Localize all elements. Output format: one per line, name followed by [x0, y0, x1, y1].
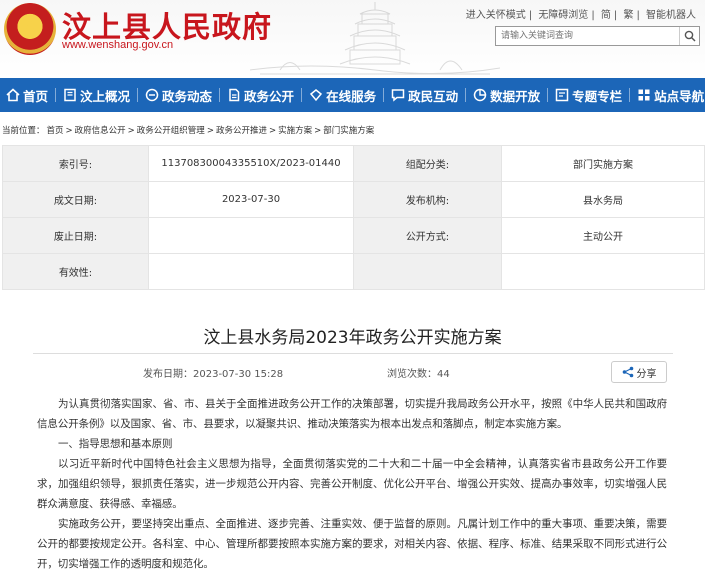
breadcrumb: 当前位置： 首页 > 政府信息公开 > 政务公开组织管理 > 政务公开推进 > 实施方案 > 部门实施…: [2, 126, 375, 136]
valid-label: 有效性:: [2, 253, 149, 290]
smart-robot-link[interactable]: 智能机器人: [643, 10, 699, 21]
breadcrumb-prefix: 当前位置：: [2, 126, 45, 136]
article-paragraph: 以习近平新时代中国特色社会主义思想为指导，全面贯彻落实党的二十大和二十届一中全会…: [37, 458, 667, 510]
date-label: 成文日期:: [2, 181, 149, 218]
national-emblem-logo[interactable]: ★: [4, 3, 56, 55]
table-row: 有效性:: [2, 253, 705, 290]
site-header: ★ 汶上县人民政府 www.wenshang.gov.cn 进入关怀模式 | 无障…: [0, 0, 705, 78]
share-icon: [622, 366, 633, 378]
publish-date: 发布日期：2023-07-30 15:28: [143, 369, 284, 380]
article-content: 为认真贯彻落实国家、省、市、县关于全面推进政务公开工作的决策部署，切实提升我局政…: [37, 394, 667, 574]
nav-item-open-data[interactable]: 数据开放: [473, 78, 540, 112]
method-value: 主动公开: [501, 217, 705, 254]
top-links: 进入关怀模式 | 无障碍浏览 | 简 | 繁 | 智能机器人: [463, 6, 699, 21]
nav-item-online-service[interactable]: 在线服务: [309, 78, 376, 112]
article-heading: 一、指导思想和基本原则: [58, 438, 173, 450]
site-domain: www.wenshang.gov.cn: [62, 39, 174, 51]
sitemap-icon: [637, 88, 651, 102]
article-paragraph: 为认真贯彻落实国家、省、市、县关于全面推进政务公开工作的决策部署，切实提升我局政…: [37, 398, 667, 430]
data-icon: [473, 88, 487, 102]
index-label: 索引号:: [2, 145, 149, 182]
document-info-table: 索引号: 11370830004335510X/2023-01440 组配分类:…: [2, 145, 705, 290]
home-icon: [6, 88, 20, 102]
share-button[interactable]: 分享: [611, 361, 667, 383]
org-label: 发布机构:: [353, 181, 502, 218]
title-divider: [33, 353, 673, 354]
search-icon: [684, 30, 696, 42]
nav-item-disclosure[interactable]: 政务公开: [227, 78, 294, 112]
chat-icon: [391, 88, 405, 102]
nav-item-special-topics[interactable]: 专题专栏: [555, 78, 622, 112]
simplified-chinese-link[interactable]: 简: [598, 10, 614, 21]
table-row: 成文日期: 2023-07-30 发布机构: 县水务局: [2, 181, 705, 218]
empty-cell: [353, 253, 502, 290]
nav-item-interaction[interactable]: 政民互动: [391, 78, 458, 112]
search-input[interactable]: [496, 27, 674, 45]
table-row: 索引号: 11370830004335510X/2023-01440 组配分类:…: [2, 145, 705, 182]
news-icon: [145, 88, 159, 102]
empty-cell: [501, 253, 705, 290]
view-count: 浏览次数：44: [387, 369, 450, 380]
nav-item-overview[interactable]: 汶上概况: [63, 78, 130, 112]
expire-value: [148, 217, 354, 254]
org-value: 县水务局: [501, 181, 705, 218]
table-row: 废止日期: 公开方式: 主动公开: [2, 217, 705, 254]
category-value: 部门实施方案: [501, 145, 705, 182]
breadcrumb-info-disclosure[interactable]: 政府信息公开: [75, 126, 126, 136]
method-label: 公开方式:: [353, 217, 502, 254]
valid-value: [148, 253, 354, 290]
accessible-browse-link[interactable]: 无障碍浏览: [535, 10, 591, 21]
breadcrumb-implementation-plan[interactable]: 实施方案: [278, 126, 312, 136]
breadcrumb-department-plan[interactable]: 部门实施方案: [323, 126, 374, 136]
breadcrumb-org-management[interactable]: 政务公开组织管理: [137, 126, 205, 136]
article-paragraph: 实施政务公开，要坚持突出重点、全面推进、逐步完善、注重实效、便于监督的原则。凡属…: [37, 518, 667, 570]
expire-label: 废止日期:: [2, 217, 149, 254]
book-icon: [63, 88, 77, 102]
article-title: 汶上县水务局2023年政务公开实施方案: [203, 328, 502, 348]
main-nav: 首页 汶上概况 政务动态 政务公开 在线服务 政民互动 数据开放 专题专栏 站点…: [0, 78, 705, 112]
breadcrumb-promotion[interactable]: 政务公开推进: [216, 126, 267, 136]
topic-icon: [555, 88, 569, 102]
nav-item-news[interactable]: 政务动态: [145, 78, 212, 112]
breadcrumb-home[interactable]: 首页: [47, 126, 64, 136]
search-box: [495, 26, 700, 46]
document-icon: [227, 88, 241, 102]
service-icon: [309, 88, 323, 102]
search-button[interactable]: [679, 27, 699, 45]
index-value: 11370830004335510X/2023-01440: [148, 145, 354, 182]
category-label: 组配分类:: [353, 145, 502, 182]
nav-item-home[interactable]: 首页: [6, 78, 48, 112]
traditional-chinese-link[interactable]: 繁: [620, 10, 636, 21]
care-mode-link[interactable]: 进入关怀模式: [463, 10, 529, 21]
nav-item-site-map[interactable]: 站点导航: [637, 78, 704, 112]
date-value: 2023-07-30: [148, 181, 354, 218]
